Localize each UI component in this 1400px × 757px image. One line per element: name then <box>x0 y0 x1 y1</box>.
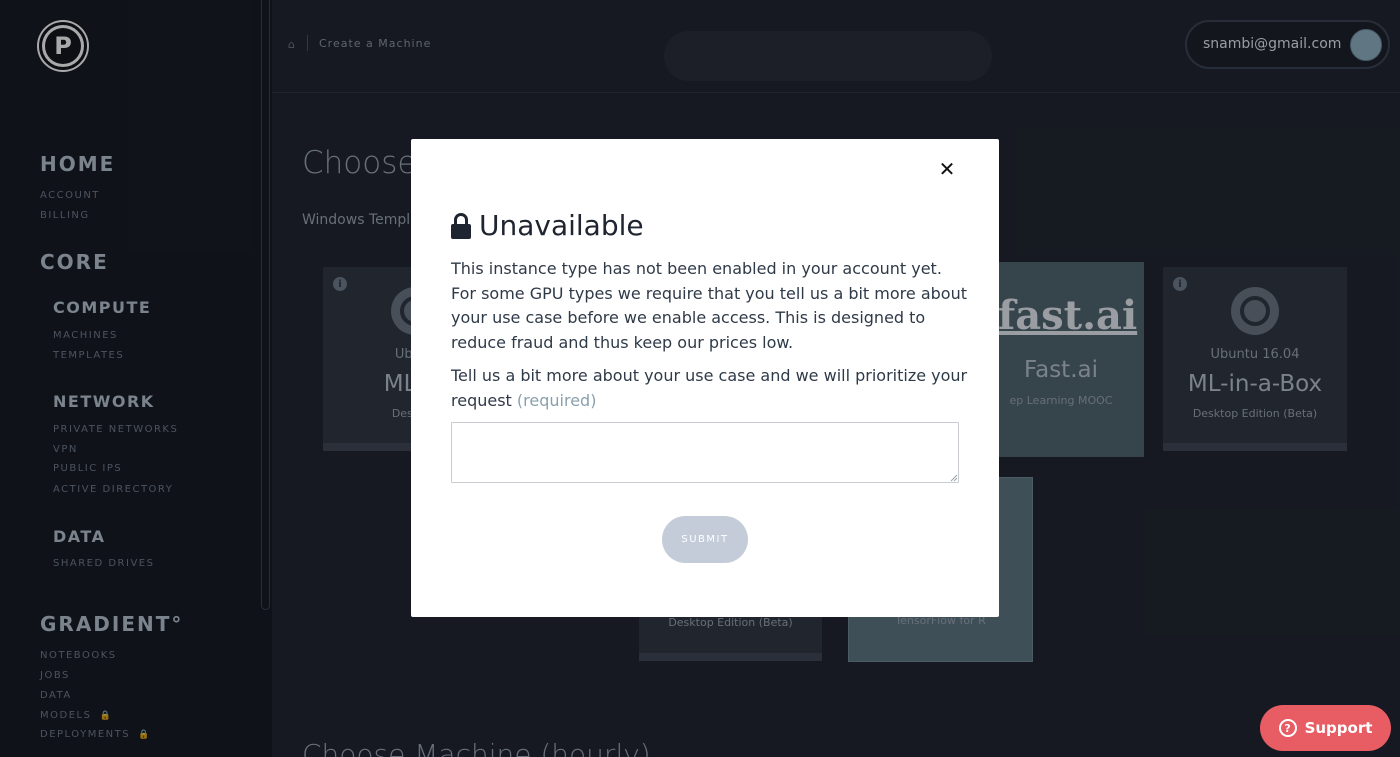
use-case-input[interactable] <box>451 422 959 483</box>
resize-grip-icon[interactable] <box>950 474 958 482</box>
support-button[interactable]: ? Support <box>1260 705 1391 751</box>
lock-icon <box>451 212 471 239</box>
unavailable-modal: ✕ Unavailable This instance type has not… <box>411 139 999 617</box>
required-label: (required) <box>516 390 597 410</box>
close-icon[interactable]: ✕ <box>935 157 959 181</box>
modal-description: This instance type has not been enabled … <box>451 259 967 352</box>
modal-prompt: Tell us a bit more about your use case a… <box>451 364 971 413</box>
support-label: Support <box>1304 719 1373 737</box>
help-icon: ? <box>1278 719 1297 737</box>
submit-button[interactable]: SUBMIT <box>662 516 748 563</box>
modal-title: Unavailable <box>451 209 644 242</box>
modal-title-text: Unavailable <box>479 209 644 242</box>
